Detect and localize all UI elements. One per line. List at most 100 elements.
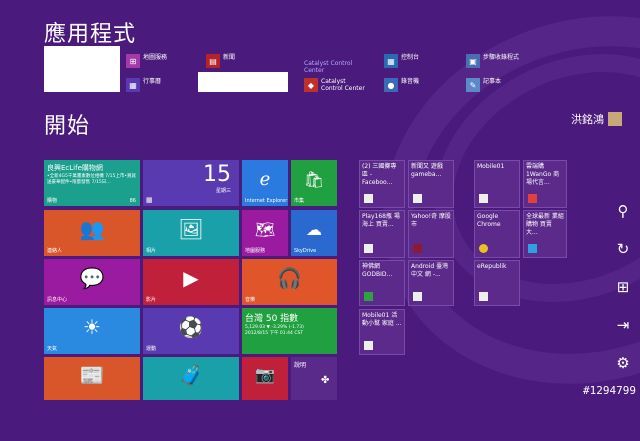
tile-label: 雲端購 1WanGo 商場代言... (526, 163, 560, 186)
app-catalyst[interactable]: ◆ Catalyst Control Center (304, 78, 369, 92)
tile-desktop-shortcut[interactable]: 神佛網 GODBID... (359, 260, 405, 306)
tile-label: Android 臺灣中文 網 -... (411, 263, 449, 278)
share-icon[interactable]: ↻ (614, 240, 632, 258)
chrome-icon (479, 244, 488, 253)
user-name: 洪銘鴻 (571, 113, 604, 126)
tile-label: (2) 三國擲專區 - Faceboo... (362, 163, 397, 186)
tile-music[interactable]: 🎧 音樂 (242, 259, 337, 305)
tile-label: eRepublik (477, 263, 507, 270)
tile-label: Mobile01 (477, 163, 505, 170)
calendar-icon: ▦ (146, 196, 153, 204)
tile-desktop-shortcut[interactable]: eRepublik (474, 260, 520, 306)
map-icon: 🗺 (254, 219, 276, 239)
tile-calendar[interactable]: 15 星期三 ▦ (143, 160, 239, 206)
mobile01-icon (479, 194, 488, 203)
tile-label: Play168瓶 場海上 買賣... (362, 213, 400, 228)
tile-camera[interactable]: 📷 (242, 357, 288, 400)
app-notepad[interactable]: ✎ 記事本 (466, 78, 539, 92)
tile-label: SkyDrive (294, 248, 317, 254)
newspaper-icon: 📰 (79, 362, 105, 387)
yahoo-icon (413, 244, 422, 253)
devices-icon[interactable]: ⇥ (614, 316, 632, 334)
tile-desktop-shortcut[interactable]: 雲端購 1WanGo 商場代言... (523, 160, 567, 208)
tile-label: 地圖服務 (245, 248, 266, 254)
tile-label: 全球最新 業組購物 買賣 大... (526, 213, 564, 236)
settings-gear-icon[interactable]: ⚙ (614, 354, 632, 372)
tile-finance[interactable]: 台灣 50 指數 5,129.03 ▼ -3.29% (-1.73) 2012/… (242, 308, 337, 354)
tile-desktop-shortcut[interactable]: Mobile01 (474, 160, 520, 208)
news-icon: ▤ (206, 54, 220, 68)
ie-icon (364, 194, 373, 203)
steps-recorder-icon: ▣ (466, 54, 480, 68)
watermark: #1294799 (583, 384, 636, 397)
tile-video[interactable]: ▶ 影片 (143, 259, 239, 305)
tile-label: 相片 (146, 248, 157, 254)
tile-desktop-shortcut[interactable]: 新聞又 遊戲 gameba... (408, 160, 454, 208)
tile-label: 新聞又 遊戲 gameba... (411, 163, 443, 178)
tile-eclife[interactable]: 良興EcLife購物網 •全新4G5千萬畫素數位相機 7/15上市•買就送豪華配… (44, 160, 140, 206)
windows-start-icon[interactable]: ⊞ (614, 278, 632, 296)
tile-desktop-shortcut[interactable]: Mobile01 活動小幫 家庭 ... (359, 309, 405, 355)
tile-body: •全新4G5千萬畫素數位相機 7/15上市•買就送豪華配件•限量發售 7/15日… (47, 174, 137, 185)
avatar (608, 112, 622, 126)
tile-desktop-shortcut[interactable]: Google Chrome (474, 210, 520, 258)
search-icon[interactable]: ⚲ (614, 202, 632, 220)
tile-store[interactable]: 🛍 市集 (291, 160, 337, 206)
tile-desktop-shortcut[interactable]: Play168瓶 場海上 買賣... (359, 210, 405, 258)
blank-app-tile (198, 72, 288, 92)
tile-label: Google Chrome (477, 213, 501, 228)
tile-messaging[interactable]: 💬 訊息中心 (44, 259, 140, 305)
app-steps-recorder[interactable]: ▣ 步驟收錄程式 (466, 54, 539, 68)
tile-desktop-shortcut[interactable]: (2) 三國擲專區 - Faceboo... (359, 160, 405, 208)
finance-line2: 2012/8/15 下午 01:44 CST (245, 331, 304, 336)
tile-help[interactable]: 說明 ✤ (291, 357, 337, 400)
cloud-icon: ☁ (306, 219, 322, 239)
map-icon: ⊞ (126, 54, 140, 68)
tile-label: Yahoo!奇 摩股市 (411, 213, 451, 228)
catalyst-icon: ◆ (304, 78, 318, 92)
apps-heading: 應用程式 (44, 22, 137, 47)
tile-photos[interactable]: 🖼 相片 (143, 210, 239, 256)
suitcase-icon: 🧳 (178, 362, 204, 387)
start-heading: 開始 (44, 114, 91, 139)
app-catalyst-text[interactable]: Catalyst Control Center (304, 60, 374, 74)
sound-recorder-icon: ● (384, 78, 398, 92)
ie-icon (364, 292, 373, 301)
notepad-icon: ✎ (466, 78, 480, 92)
photo-icon: 🖼 (178, 217, 204, 241)
ie-icon: ℯ (259, 168, 271, 190)
ie-icon (364, 244, 373, 253)
app-control-panel[interactable]: ▦ 控制台 (384, 54, 457, 68)
tile-travel[interactable]: 🧳 (143, 357, 239, 400)
tile-desktop-shortcut[interactable]: 全球最新 業組購物 買賣 大... (523, 210, 567, 258)
app-maps[interactable]: ⊞ 地圖服務 (126, 54, 199, 68)
tile-news[interactable]: 📰 (44, 357, 140, 400)
app-sound-recorder[interactable]: ● 錄音機 (384, 78, 457, 92)
sun-icon: ☀ (83, 315, 101, 339)
user-account[interactable]: 洪銘鴻 (571, 111, 622, 127)
headphones-icon: 🎧 (277, 266, 302, 290)
camera-icon: 📷 (255, 365, 275, 384)
app-calendar[interactable]: ▦ 行事曆 (126, 78, 199, 92)
tile-desktop-shortcut[interactable]: Yahoo!奇 摩股市 (408, 210, 454, 258)
blank-app-tile (44, 46, 120, 92)
play-icon: ▶ (183, 266, 199, 290)
calendar-weekday: 星期三 (215, 188, 231, 194)
tile-maps[interactable]: 🗺 地圖服務 (242, 210, 288, 256)
tile-desktop-shortcut[interactable]: Android 臺灣中文 網 -... (408, 260, 454, 306)
tile-label: 音樂 (245, 297, 256, 303)
store-icon: 🛍 (303, 169, 325, 189)
tile-title: 良興EcLife購物網 (47, 164, 103, 172)
tile-label: 連絡人 (47, 248, 63, 254)
tile-skydrive[interactable]: ☁ SkyDrive (291, 210, 337, 256)
help-icon: ✤ (321, 375, 330, 386)
app-news[interactable]: ▤ 新聞 (206, 54, 279, 68)
tile-badge: 86 (129, 198, 136, 204)
tile-sports[interactable]: ⚽ 運動 (143, 308, 239, 354)
ie-icon (413, 194, 422, 203)
tool-icon (528, 244, 537, 253)
tile-contacts[interactable]: 👥 連絡人 (44, 210, 140, 256)
tile-ie[interactable]: ℯ Internet Explorer (242, 160, 288, 206)
mobile01-icon (364, 341, 373, 350)
tile-weather[interactable]: ☀ 天氣 (44, 308, 140, 354)
